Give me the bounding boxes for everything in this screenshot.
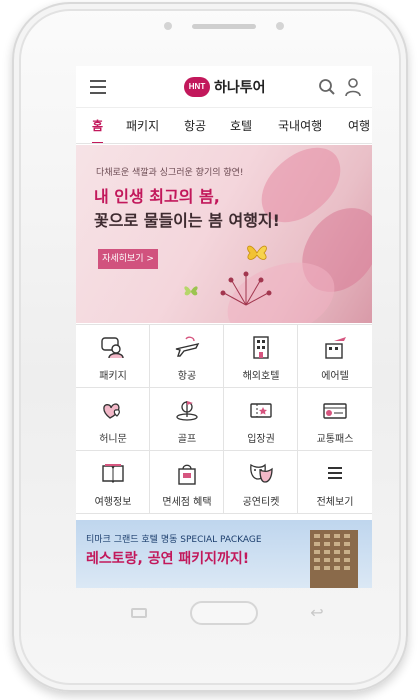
tab-home[interactable]: 홈 xyxy=(92,108,104,143)
tab-flight[interactable]: 항공 xyxy=(184,108,206,143)
menu-package[interactable]: 패키지 xyxy=(76,325,150,388)
menu-duty-free[interactable]: 면세점 혜택 xyxy=(150,451,224,514)
ad-subtitle: 티마크 그랜드 호텔 명동 SPECIAL PACKAGE xyxy=(86,535,262,545)
earpiece-speaker xyxy=(192,24,256,29)
book-icon xyxy=(102,464,124,483)
menu-overseas-hotel[interactable]: 해외호텔 xyxy=(224,325,298,388)
golf-icon xyxy=(176,401,198,421)
banner-detail-button[interactable]: 자세히보기 > xyxy=(98,249,158,269)
menu-label: 여행정보 xyxy=(94,497,132,508)
menu-label: 전체보기 xyxy=(316,497,354,508)
home-button[interactable] xyxy=(190,601,258,625)
ticket-icon xyxy=(250,403,272,418)
blossom-stamen-icon xyxy=(220,271,272,306)
promo-banner[interactable]: 다채로운 색깔과 싱그러운 향기의 향연! 내 인생 최고의 봄, 꽃으로 물들… xyxy=(76,145,372,323)
menu-honeymoon[interactable]: 허니문 xyxy=(76,388,150,451)
app-logo[interactable]: HNT 하나투어 xyxy=(184,76,266,98)
ad-title: 레스토랑, 공연 패키지까지! xyxy=(86,551,250,567)
phone-device: HNT 하나투어 홈 패키지 항공 호텔 국내여행 여행 다채로운 색깔과 싱그… xyxy=(12,2,408,692)
tab-domestic[interactable]: 국내여행 xyxy=(278,108,322,143)
butterfly-icon xyxy=(247,245,267,260)
menu-label: 해외호텔 xyxy=(242,371,280,382)
airplane-icon xyxy=(175,336,200,357)
menu-airtel[interactable]: 에어텔 xyxy=(298,325,372,388)
logo-badge: HNT xyxy=(184,77,210,97)
recent-apps-key[interactable] xyxy=(128,604,150,622)
airtel-icon xyxy=(325,337,346,359)
menu-performance-ticket[interactable]: 공연티켓 xyxy=(224,451,298,514)
phone-screen: HNT 하나투어 홈 패키지 항공 호텔 국내여행 여행 다채로운 색깔과 싱그… xyxy=(76,66,372,588)
package-traveler-icon xyxy=(101,337,124,359)
menu-label: 면세점 혜택 xyxy=(162,497,212,508)
tab-hotel[interactable]: 호텔 xyxy=(230,108,252,143)
hearts-icon xyxy=(103,403,120,419)
menu-label: 입장권 xyxy=(247,434,275,445)
menu-view-all[interactable]: 전체보기 xyxy=(298,451,372,514)
banner-title-line2: 꽃으로 물들이는 봄 여행지! xyxy=(94,211,280,230)
category-tabs: 홈 패키지 항공 호텔 국내여행 여행 xyxy=(76,108,372,144)
transport-pass-icon xyxy=(323,403,347,419)
hotel-tower-image xyxy=(310,530,358,588)
search-icon[interactable] xyxy=(318,78,336,96)
hamburger-menu-icon[interactable] xyxy=(90,80,106,94)
menu-flight[interactable]: 항공 xyxy=(150,325,224,388)
proximity-sensor xyxy=(164,22,172,30)
menu-label: 공연티켓 xyxy=(242,497,280,508)
menu-golf[interactable]: 골프 xyxy=(150,388,224,451)
menu-label: 허니문 xyxy=(99,434,127,445)
banner-title-line1: 내 인생 최고의 봄, xyxy=(94,187,220,206)
tab-travel[interactable]: 여행 xyxy=(348,108,370,143)
hotel-ad-banner[interactable]: 티마크 그랜드 호텔 명동 SPECIAL PACKAGE 레스토랑, 공연 패… xyxy=(76,520,372,588)
menu-label: 골프 xyxy=(177,434,197,445)
theater-mask-icon xyxy=(250,463,273,483)
menu-admission-ticket[interactable]: 입장권 xyxy=(224,388,298,451)
front-camera xyxy=(276,22,284,30)
back-key-icon[interactable]: ↩ xyxy=(306,604,328,622)
menu-label: 항공 xyxy=(177,371,197,382)
banner-subtitle: 다채로운 색깔과 싱그러운 향기의 향연! xyxy=(96,168,244,178)
logo-text: 하나투어 xyxy=(214,80,266,96)
quick-menu-grid: 패키지 항공 해외호텔 에어텔 허니문 골프 입장권 교통패스 여행정보 면세점… xyxy=(76,324,372,514)
menu-travel-info[interactable]: 여행정보 xyxy=(76,451,150,514)
tab-package[interactable]: 패키지 xyxy=(126,108,159,143)
app-header: HNT 하나투어 xyxy=(76,66,372,108)
menu-label: 교통패스 xyxy=(316,434,354,445)
menu-transport-pass[interactable]: 교통패스 xyxy=(298,388,372,451)
user-icon[interactable] xyxy=(344,77,362,97)
menu-lines-icon xyxy=(328,467,342,479)
hotel-building-icon xyxy=(253,336,269,359)
duty-free-bag-icon xyxy=(178,464,196,485)
menu-label: 에어텔 xyxy=(321,371,349,382)
menu-label: 패키지 xyxy=(99,371,127,382)
butterfly-icon xyxy=(184,286,198,296)
